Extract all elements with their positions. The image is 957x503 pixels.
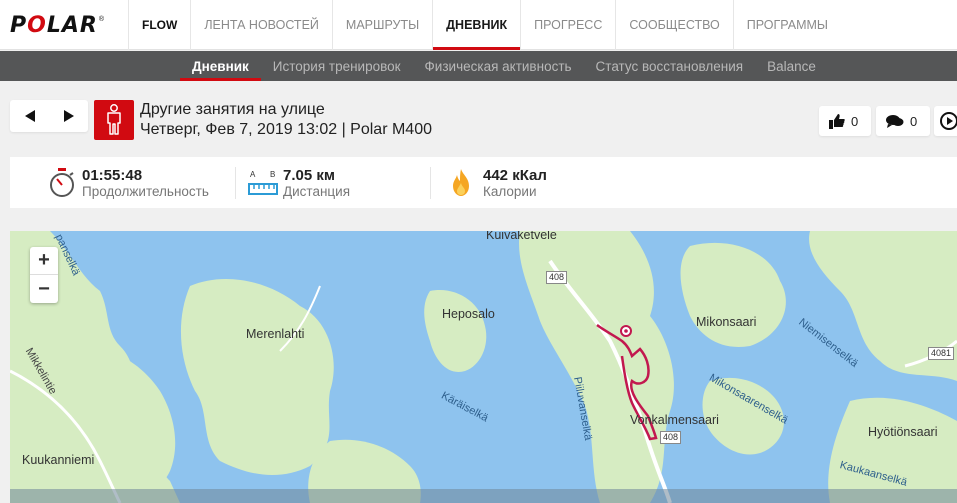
play-replay-button[interactable] bbox=[934, 106, 957, 136]
road-shield-408: 408 bbox=[660, 431, 682, 444]
calories-value: 442 кКал bbox=[483, 166, 547, 184]
nav-diary[interactable]: ДНЕВНИК bbox=[432, 0, 521, 50]
land-southwest bbox=[39, 348, 176, 503]
land-southeast bbox=[828, 397, 957, 503]
previous-session-button[interactable] bbox=[10, 100, 49, 132]
top-navigation: POLAR ® FLOW ЛЕНТА НОВОСТЕЙ МАРШРУТЫ ДНЕ… bbox=[0, 0, 957, 50]
subnav-training-history[interactable]: История тренировок bbox=[261, 51, 413, 81]
place-heposalo: Heposalo bbox=[442, 307, 495, 321]
stat-divider bbox=[430, 167, 431, 199]
road-shield-4081: 4081 bbox=[928, 347, 955, 360]
subnav-activity[interactable]: Физическая активность bbox=[413, 51, 584, 81]
land-mikonsaari bbox=[680, 242, 786, 347]
distance-value: 7.05 км bbox=[283, 166, 335, 184]
nav-routes[interactable]: МАРШРУТЫ bbox=[331, 0, 432, 50]
road-shield-408: 408 bbox=[546, 271, 568, 284]
nav-newsfeed[interactable]: ЛЕНТА НОВОСТЕЙ bbox=[190, 0, 332, 50]
session-stats: 01:55:48 Продолжительность A B 7.05 км Д… bbox=[10, 157, 957, 208]
calories-stat: 442 кКал Калории bbox=[450, 157, 547, 208]
zoom-out-button[interactable]: − bbox=[30, 275, 58, 303]
arrow-right-icon bbox=[63, 110, 74, 122]
comment-button[interactable]: 0 bbox=[876, 106, 930, 136]
stat-divider bbox=[235, 167, 236, 199]
route-map[interactable]: + − Kuivaketvele Heposalo Merenlahti Mik… bbox=[10, 231, 957, 503]
land-central bbox=[519, 231, 674, 503]
land-heposalo bbox=[424, 290, 487, 372]
duration-stat: 01:55:48 Продолжительность bbox=[48, 157, 209, 208]
session-pager bbox=[10, 100, 88, 132]
place-kuivaketvele: Kuivaketvele bbox=[486, 231, 557, 242]
zoom-in-button[interactable]: + bbox=[30, 247, 58, 275]
place-mikonsaari: Mikonsaari bbox=[696, 315, 757, 329]
map-zoom-controls: + − bbox=[30, 247, 58, 303]
nav-progress[interactable]: ПРОГРЕСС bbox=[520, 0, 615, 50]
comment-count: 0 bbox=[910, 113, 918, 129]
polar-logo[interactable]: POLAR ® bbox=[10, 12, 104, 38]
session-subtitle: Четверг, Фев 7, 2019 13:02 | Polar M400 bbox=[140, 121, 432, 138]
logo-wordmark: POLAR bbox=[10, 12, 98, 38]
distance-marker-b: B bbox=[270, 169, 276, 179]
nav-flow[interactable]: FLOW bbox=[128, 0, 190, 50]
calories-label: Калории bbox=[483, 183, 537, 199]
distance-marker-a: A bbox=[250, 169, 256, 179]
place-merenlahti: Merenlahti bbox=[246, 327, 305, 341]
sport-type-badge bbox=[94, 100, 134, 140]
person-standing-icon bbox=[107, 104, 121, 135]
next-session-button[interactable] bbox=[49, 100, 88, 132]
duration-value: 01:55:48 bbox=[82, 166, 143, 184]
session-title: Другие занятия на улице bbox=[140, 101, 325, 118]
flame-icon bbox=[453, 168, 469, 196]
comments-icon bbox=[886, 115, 904, 128]
thumbs-up-icon bbox=[829, 113, 845, 129]
place-hyotionsaari: Hyötiönsaari bbox=[868, 425, 938, 439]
map-canvas bbox=[10, 231, 957, 503]
like-button[interactable]: 0 bbox=[819, 106, 871, 136]
place-kuukanniemi: Kuukanniemi bbox=[22, 453, 95, 467]
sub-navigation: Дневник История тренировок Физическая ак… bbox=[0, 51, 957, 81]
session-header: Другие занятия на улице Четверг, Фев 7, … bbox=[0, 81, 957, 155]
nav-community[interactable]: СООБЩЕСТВО bbox=[615, 0, 732, 50]
play-circle-icon bbox=[940, 112, 957, 130]
subnav-diary[interactable]: Дневник bbox=[180, 51, 261, 81]
subnav-recovery-status[interactable]: Статус восстановления bbox=[584, 51, 756, 81]
distance-stat: A B 7.05 км Дистанция bbox=[248, 157, 350, 208]
like-count: 0 bbox=[851, 113, 859, 129]
duration-label: Продолжительность bbox=[82, 183, 209, 199]
arrow-left-icon bbox=[24, 110, 35, 122]
stopwatch-icon bbox=[50, 167, 74, 197]
nav-programs[interactable]: ПРОГРАММЫ bbox=[732, 0, 841, 50]
distance-label: Дистанция bbox=[283, 183, 351, 199]
place-vonkalmensaari: Vonkalmensaari bbox=[630, 413, 719, 427]
ruler-icon: A B bbox=[248, 168, 278, 198]
subnav-balance[interactable]: Balance bbox=[755, 51, 828, 81]
